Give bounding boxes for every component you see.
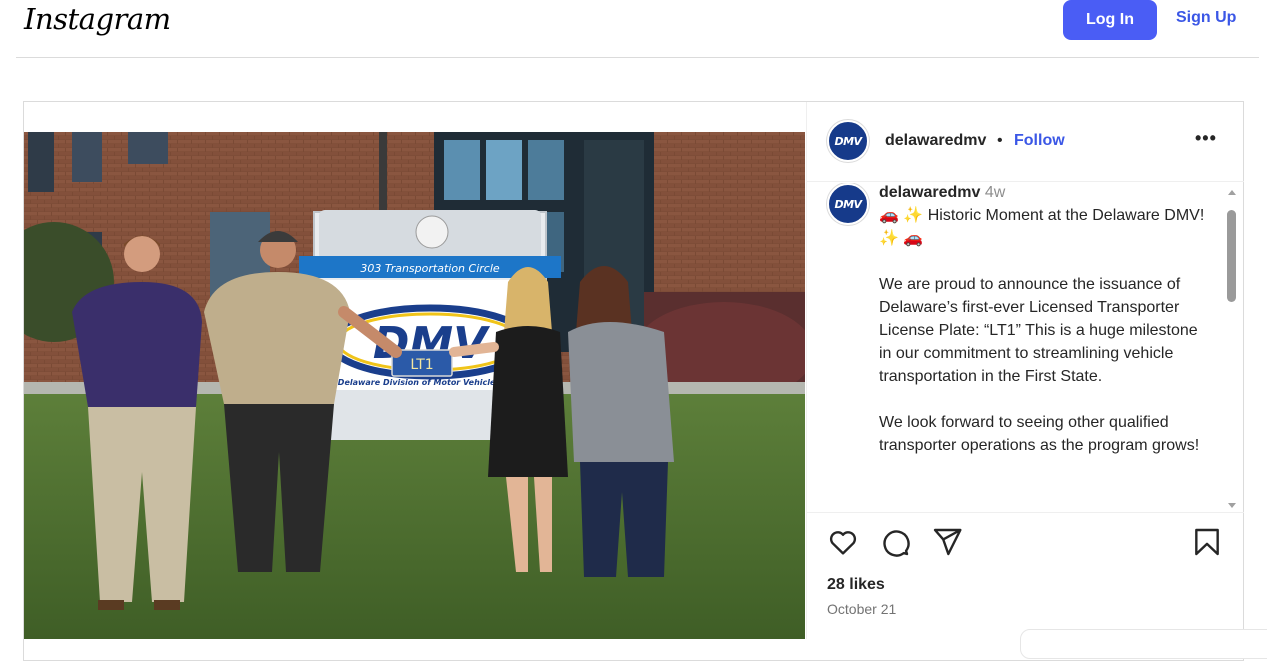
caption-paragraph: 🚗 ✨ Historic Moment at the Delaware DMV!…: [879, 207, 1205, 247]
comment-icon[interactable]: [879, 526, 911, 563]
log-in-button[interactable]: Log In: [1063, 0, 1157, 40]
caption-timestamp[interactable]: 4w: [985, 184, 1005, 201]
post-date[interactable]: October 21: [827, 601, 896, 617]
caption-username[interactable]: delawaredmv: [879, 184, 980, 201]
header-divider: [16, 57, 1259, 58]
post-header: DMV delawaredmv • Follow •••: [807, 102, 1244, 182]
post-username[interactable]: delawaredmv: [885, 132, 986, 150]
likes-count[interactable]: 28 likes: [827, 576, 885, 594]
profile-avatar[interactable]: DMV: [827, 120, 869, 162]
sign-street-text: 303 Transportation Circle: [360, 262, 500, 275]
caption-paragraph: We look forward to seeing other qualifie…: [879, 414, 1200, 454]
bookmark-icon[interactable]: [1191, 526, 1223, 563]
share-icon[interactable]: [931, 526, 963, 563]
follow-button[interactable]: Follow: [1014, 132, 1065, 150]
instagram-logo[interactable]: Instagram: [24, 2, 171, 36]
scroll-thumb[interactable]: [1227, 210, 1236, 302]
post-photo[interactable]: 303 Transportation Circle DMV Delaware D…: [24, 132, 805, 639]
sign-org-text: Delaware Division of Motor Vehicles: [338, 378, 501, 387]
more-options-icon[interactable]: •••: [1195, 128, 1217, 149]
heart-icon[interactable]: [827, 526, 859, 563]
caption-text: delawaredmv 4w 🚗 ✨ Historic Moment at th…: [879, 183, 1209, 480]
sign-up-link[interactable]: Sign Up: [1176, 9, 1236, 27]
caption-paragraph: We are proud to announce the issuance of…: [879, 276, 1198, 385]
plate-text: LT1: [410, 357, 433, 373]
bottom-corner-box: [1020, 629, 1267, 659]
caption-scrollbar[interactable]: [1225, 186, 1239, 508]
scroll-down-arrow-icon[interactable]: [1228, 503, 1236, 508]
avatar-logo-text: DMV: [834, 197, 862, 211]
scroll-up-arrow-icon[interactable]: [1228, 190, 1236, 195]
top-bar: Instagram Log In Sign Up: [0, 0, 1267, 58]
avatar-logo-text: DMV: [834, 134, 862, 148]
caption-area[interactable]: DMV delawaredmv 4w 🚗 ✨ Historic Moment a…: [807, 183, 1244, 513]
post-side-panel: DMV delawaredmv • Follow ••• DMV delawar…: [806, 102, 1244, 639]
action-bar: [807, 526, 1244, 566]
caption-avatar[interactable]: DMV: [827, 183, 869, 225]
separator-dot: •: [997, 132, 1003, 149]
